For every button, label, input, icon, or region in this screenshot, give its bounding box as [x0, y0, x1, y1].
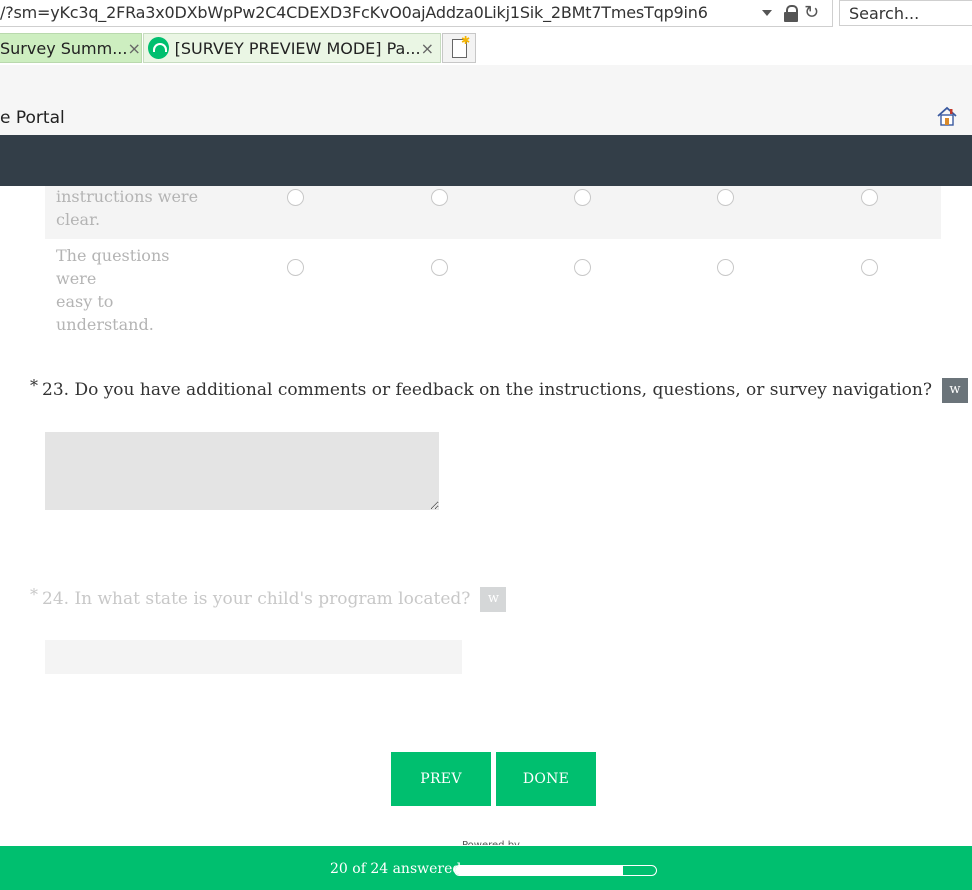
matrix-row-label: The questions were easy to understand. [56, 244, 206, 336]
dropdown-caret-icon[interactable] [762, 10, 772, 16]
progress-text: 20 of 24 answered [330, 861, 462, 877]
matrix-radio[interactable] [717, 259, 734, 276]
search-placeholder: Search... [849, 4, 920, 23]
browser-search-input[interactable]: Search... [839, 0, 972, 26]
matrix-radio[interactable] [287, 189, 304, 206]
matrix-row-label-line: The questions were [56, 246, 170, 288]
matrix-row-label: instructions were clear. [56, 185, 206, 231]
portal-title: e Portal [0, 108, 65, 128]
tab-label: [SURVEY PREVIEW MODE] Pa... [174, 38, 421, 58]
matrix-radio[interactable] [717, 189, 734, 206]
question-23-text: 23. Do you have additional comments or f… [42, 380, 932, 400]
question-24-text: 24. In what state is your child's progra… [42, 589, 471, 609]
portal-header: e Portal [0, 65, 972, 135]
matrix-row-label-line: instructions were [56, 187, 199, 206]
tab-label: Survey Summ... [0, 38, 128, 58]
tab-survey-preview[interactable]: [SURVEY PREVIEW MODE] Pa... × [143, 33, 441, 63]
matrix-radio[interactable] [861, 259, 878, 276]
surveymonkey-favicon-icon [148, 37, 169, 59]
lock-icon[interactable] [784, 5, 798, 22]
prev-button[interactable]: PREV [391, 752, 491, 806]
matrix-radio[interactable] [431, 189, 448, 206]
new-tab-button[interactable]: ✱ [442, 33, 476, 63]
tab-survey-summary[interactable]: Survey Summ... × [0, 33, 142, 63]
matrix-radio[interactable] [431, 259, 448, 276]
required-marker: * [30, 585, 38, 604]
star-icon: ✱ [461, 34, 471, 47]
matrix-radio[interactable] [287, 259, 304, 276]
matrix-radio[interactable] [574, 189, 591, 206]
survey-header-bar [0, 135, 972, 186]
matrix-radio[interactable] [861, 189, 878, 206]
matrix-radio[interactable] [574, 259, 591, 276]
matrix-row-label-line: clear. [56, 210, 101, 229]
question-24: * 24. In what state is your child's progr… [30, 585, 507, 612]
address-bar-icons: ↻ [762, 2, 819, 24]
done-button[interactable]: DONE [496, 752, 596, 806]
reload-icon[interactable]: ↻ [804, 3, 819, 23]
word-badge[interactable]: w [942, 378, 968, 403]
close-icon[interactable]: × [127, 39, 140, 58]
progress-bar [454, 865, 657, 876]
matrix-row: The questions were easy to understand. [45, 239, 941, 334]
close-icon[interactable]: × [421, 39, 434, 58]
address-bar[interactable]: /?sm=yKc3q_2FRa3x0DXbWpPw2C4CDEXD3FcKvO0… [0, 0, 833, 27]
progress-footer: 20 of 24 answered [0, 846, 972, 890]
comments-textarea[interactable] [45, 432, 439, 510]
matrix-row-label-line: easy to understand. [56, 292, 154, 334]
home-icon[interactable] [936, 105, 958, 127]
tab-strip: Survey Summ... × [SURVEY PREVIEW MODE] P… [0, 27, 972, 65]
state-input[interactable] [45, 640, 462, 674]
matrix-row: instructions were clear. [45, 186, 941, 239]
progress-fill [455, 866, 623, 875]
word-badge[interactable]: w [480, 587, 507, 612]
question-23: * 23. Do you have additional comments or … [30, 376, 968, 403]
url-text[interactable]: /?sm=yKc3q_2FRa3x0DXbWpPw2C4CDEXD3FcKvO0… [0, 3, 708, 22]
required-marker: * [30, 376, 38, 395]
powered-by-text: Powered by [462, 838, 520, 845]
